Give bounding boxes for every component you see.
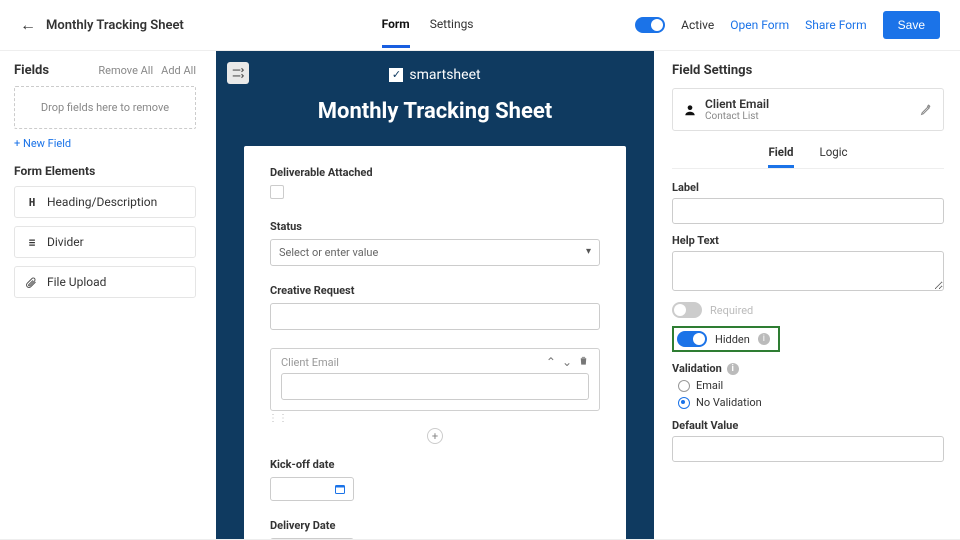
info-icon[interactable]: i [758,333,770,345]
remove-all-link[interactable]: Remove All [98,64,153,77]
edit-icon[interactable] [920,103,933,116]
element-divider[interactable]: ≡ Divider [14,226,196,258]
brand-text: smartsheet [409,67,480,83]
tab-field[interactable]: Field [768,139,793,168]
attachment-icon [25,276,39,288]
field-label: Status [270,220,600,233]
heading-icon: H [25,196,39,209]
radio-icon[interactable] [678,397,690,409]
field-deliverable[interactable]: Deliverable Attached [270,166,600,202]
delete-icon[interactable] [578,355,589,369]
creative-input[interactable] [270,303,600,330]
field-client-email-selected[interactable]: Client Email ⌃ ⌄ [270,348,600,411]
form-title[interactable]: Monthly Tracking Sheet [236,99,634,124]
field-label: Kick-off date [270,458,600,471]
contact-icon [683,103,697,117]
active-label: Active [681,18,714,32]
field-label: Client Email [281,356,339,369]
page-title: Monthly Tracking Sheet [46,18,184,33]
required-label: Required [710,304,753,317]
drag-handle-icon[interactable]: ⋮⋮ [268,413,600,424]
hidden-toggle[interactable] [677,331,707,347]
back-arrow-icon[interactable]: ← [20,15,36,35]
reorder-icon[interactable] [227,62,249,84]
divider-icon: ≡ [25,236,39,249]
field-kickoff-date[interactable]: Kick-off date [270,458,600,501]
default-value-heading: Default Value [672,419,944,432]
element-label: Divider [47,235,84,249]
field-name: Client Email [705,97,912,111]
smartsheet-logo: smartsheet [389,67,480,83]
expand-down-icon[interactable]: ⌄ [562,355,572,369]
add-field-button[interactable]: + [427,428,443,444]
add-all-link[interactable]: Add All [161,64,196,77]
share-form-link[interactable]: Share Form [805,18,867,32]
field-type: Contact List [705,111,912,122]
validation-heading: Validation i [672,362,944,375]
field-label: Deliverable Attached [270,166,600,179]
active-toggle[interactable] [635,17,665,33]
logo-mark-icon [389,68,403,82]
tab-logic[interactable]: Logic [820,139,848,168]
validation-email-option[interactable]: Email [678,379,944,392]
help-text-input[interactable] [672,251,944,291]
label-heading: Label [672,181,944,194]
default-value-input[interactable] [672,436,944,462]
validation-none-option[interactable]: No Validation [678,396,944,409]
element-heading[interactable]: H Heading/Description [14,186,196,218]
field-label: Creative Request [270,284,600,297]
tab-form[interactable]: Form [382,3,410,48]
fields-heading: Fields [14,63,49,78]
field-delivery-date[interactable]: Delivery Date [270,519,600,539]
radio-label: Email [696,379,723,392]
client-email-input[interactable] [281,373,589,400]
hidden-label: Hidden [715,333,750,346]
element-label: Heading/Description [47,195,157,209]
label-input[interactable] [672,198,944,224]
delivery-date-input[interactable] [270,538,354,539]
field-settings-heading: Field Settings [672,63,944,78]
required-toggle-row[interactable]: Required [672,302,944,318]
required-toggle[interactable] [672,302,702,318]
open-form-link[interactable]: Open Form [730,18,789,32]
tab-settings[interactable]: Settings [430,3,474,48]
status-select[interactable]: Select or enter value [270,239,600,266]
kickoff-date-input[interactable] [270,477,354,501]
save-button[interactable]: Save [883,11,940,39]
selected-field-card: Client Email Contact List [672,88,944,131]
element-file-upload[interactable]: File Upload [14,266,196,298]
radio-label: No Validation [696,396,762,409]
hidden-highlight: Hidden i [672,326,780,352]
field-creative-request[interactable]: Creative Request [270,284,600,330]
collapse-up-icon[interactable]: ⌃ [546,355,556,369]
calendar-icon[interactable] [333,482,347,496]
help-heading: Help Text [672,234,944,247]
new-field-link[interactable]: + New Field [14,137,196,150]
checkbox-input[interactable] [270,185,284,199]
field-label: Delivery Date [270,519,600,532]
remove-dropzone[interactable]: Drop fields here to remove [14,86,196,129]
form-elements-heading: Form Elements [14,164,196,178]
element-label: File Upload [47,275,106,289]
info-icon[interactable]: i [727,363,739,375]
field-status[interactable]: Status Select or enter value [270,220,600,266]
radio-icon[interactable] [678,380,690,392]
